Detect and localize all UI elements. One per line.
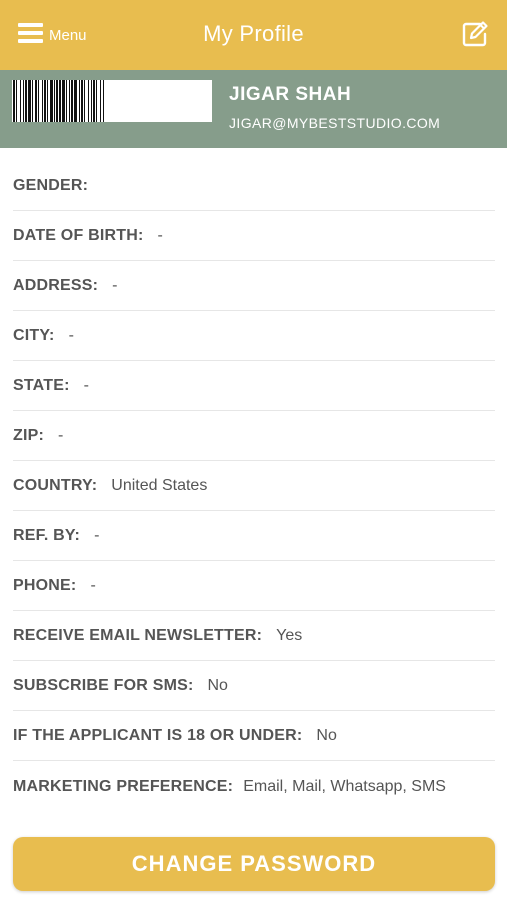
field-value: - <box>157 226 163 244</box>
profile-field-row: ADDRESS: - <box>13 261 495 311</box>
profile-field-row: GENDER: <box>13 161 495 211</box>
change-password-button[interactable]: CHANGE PASSWORD <box>13 837 495 891</box>
profile-email: JIGAR@MYBESTSTUDIO.COM <box>229 115 441 131</box>
profile-field-row: ZIP: - <box>13 411 495 461</box>
field-value: Yes <box>276 626 303 644</box>
field-label: STATE: <box>13 376 70 394</box>
field-label: REF. BY: <box>13 526 81 544</box>
field-label: COUNTRY: <box>13 476 98 494</box>
profile-name: JIGAR SHAH <box>229 84 352 105</box>
field-value: - <box>58 426 64 444</box>
profile-field-row: RECEIVE EMAIL NEWSLETTER: Yes <box>13 611 495 661</box>
field-label: DATE OF BIRTH: <box>13 226 144 244</box>
barcode-image <box>13 80 104 122</box>
field-value: No <box>316 726 337 744</box>
profile-field-row: IF THE APPLICANT IS 18 OR UNDER: No <box>13 711 495 761</box>
field-label: PHONE: <box>13 576 77 594</box>
profile-field-row: PHONE: - <box>13 561 495 611</box>
profile-field-row: MARKETING PREFERENCE: Email, Mail, Whatsa… <box>13 761 495 799</box>
profile-field-row: COUNTRY: United States <box>13 461 495 511</box>
edit-icon <box>462 21 488 47</box>
field-label: IF THE APPLICANT IS 18 OR UNDER: <box>13 726 303 744</box>
profile-field-row: DATE OF BIRTH: - <box>13 211 495 261</box>
field-value: - <box>94 526 100 544</box>
profile-field-row: CITY: - <box>13 311 495 361</box>
field-label: MARKETING PREFERENCE: <box>13 778 234 795</box>
field-label: ADDRESS: <box>13 276 99 294</box>
field-label: SUBSCRIBE FOR SMS: <box>13 676 194 694</box>
member-barcode <box>12 80 212 122</box>
profile-field-row: SUBSCRIBE FOR SMS: No <box>13 661 495 711</box>
field-label: GENDER: <box>13 176 89 194</box>
page-title: My Profile <box>203 21 304 46</box>
profile-field-row: REF. BY: - <box>13 511 495 561</box>
field-label: ZIP: <box>13 426 45 444</box>
field-value: No <box>207 676 228 694</box>
field-label: RECEIVE EMAIL NEWSLETTER: <box>13 626 263 644</box>
field-value: United States <box>111 476 208 494</box>
profile-field-row: STATE: - <box>13 361 495 411</box>
profile-banner: JIGAR SHAH JIGAR@MYBESTSTUDIO.COM <box>0 70 507 148</box>
app-header: Menu My Profile <box>0 0 507 70</box>
field-value: Email, Mail, Whatsapp, SMS <box>243 778 446 795</box>
field-label: CITY: <box>13 326 55 344</box>
field-value: - <box>112 276 118 294</box>
profile-details-list: GENDER: DATE OF BIRTH: - ADDRESS: - CITY: - STA… <box>13 161 495 799</box>
field-value: - <box>83 376 89 394</box>
field-value: - <box>90 576 96 594</box>
edit-profile-button[interactable] <box>461 20 489 48</box>
field-value: - <box>68 326 74 344</box>
